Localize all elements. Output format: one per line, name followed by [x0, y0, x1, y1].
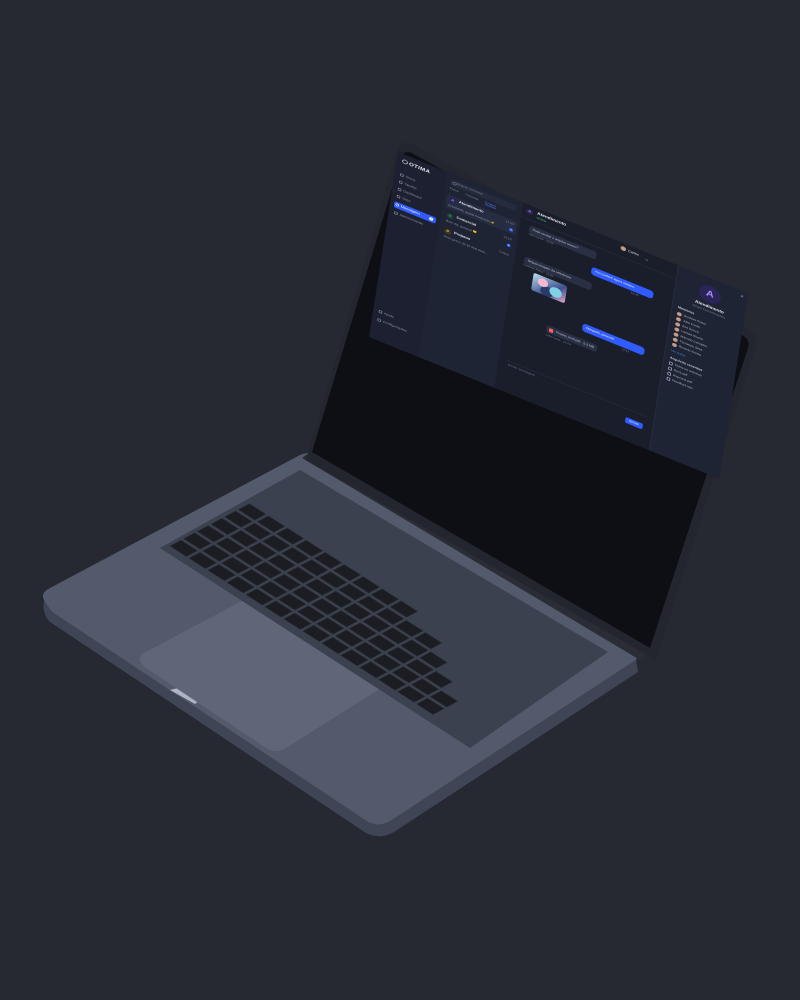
laptop-mockup-scene: OTIMA Home Tarefas Dashboard Sites Mensa… [0, 0, 800, 1000]
keyboard [169, 503, 459, 715]
